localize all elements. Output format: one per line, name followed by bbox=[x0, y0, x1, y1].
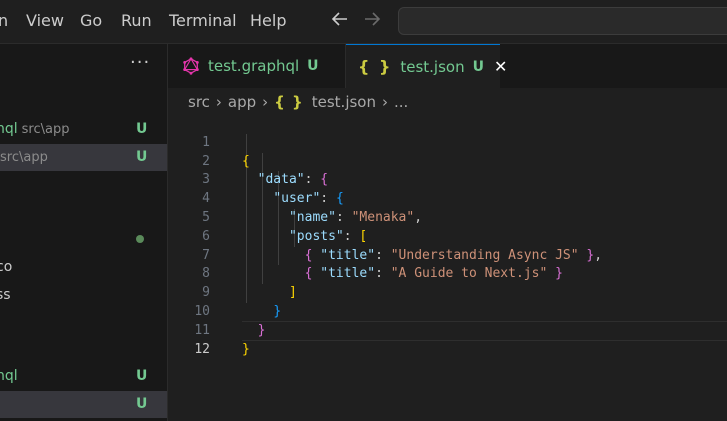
graphql-icon bbox=[183, 57, 199, 75]
code-line: 9 } bbox=[168, 265, 727, 319]
code-line: 4 "name": "Menaka", bbox=[168, 171, 727, 225]
file-name: ss bbox=[0, 287, 11, 303]
title-bar: n View Go Run Terminal Help bbox=[0, 0, 727, 44]
code-line: 11 } bbox=[168, 303, 727, 357]
menu-item-selection[interactable]: n bbox=[0, 11, 8, 30]
menu-item-terminal[interactable]: Terminal bbox=[169, 11, 237, 30]
explorer-item[interactable]: hql U bbox=[0, 363, 167, 390]
explorer-item-selected[interactable]: U bbox=[0, 391, 167, 418]
untracked-badge: U bbox=[136, 396, 148, 412]
untracked-badge: U bbox=[307, 58, 319, 74]
more-actions-icon[interactable]: ··· bbox=[130, 52, 150, 73]
menu-item-help[interactable]: Help bbox=[250, 11, 286, 30]
modified-dot-icon bbox=[136, 235, 144, 243]
untracked-badge: U bbox=[472, 58, 484, 75]
breadcrumb: src › app › { } test.json › ... bbox=[188, 92, 408, 112]
file-name: co bbox=[0, 259, 13, 275]
explorer-item[interactable]: hqlsrc\app U bbox=[0, 116, 167, 143]
untracked-badge: U bbox=[136, 121, 148, 137]
chevron-right-icon: › bbox=[262, 93, 269, 111]
explorer-item[interactable]: co bbox=[0, 254, 167, 281]
close-icon[interactable]: ✕ bbox=[494, 57, 507, 76]
menu-item-view[interactable]: View bbox=[26, 11, 64, 30]
code-line: 1 { bbox=[168, 115, 727, 169]
untracked-badge: U bbox=[136, 149, 148, 165]
chevron-right-icon: › bbox=[382, 93, 388, 111]
code-line: 3 "user": { bbox=[168, 153, 727, 206]
arrow-right-icon[interactable] bbox=[362, 9, 382, 34]
tab-test-json[interactable]: { } test.json U ✕ bbox=[346, 44, 507, 88]
explorer-item[interactable]: ss bbox=[0, 282, 167, 309]
breadcrumb-item-src[interactable]: src bbox=[188, 93, 210, 111]
code-line: 5 "posts": [ bbox=[168, 190, 727, 244]
json-braces-icon: { } bbox=[274, 93, 304, 111]
explorer-item-selected[interactable]: src\app U bbox=[0, 144, 167, 171]
breadcrumb-item-app[interactable]: app bbox=[228, 93, 256, 111]
code-line: 2 "data": { bbox=[168, 134, 727, 188]
chevron-right-icon: › bbox=[215, 93, 222, 111]
explorer-sidebar: ··· hqlsrc\app U src\app U co ss hql U U bbox=[0, 44, 168, 421]
code-line: 7 { "title": "A Guide to Next.js" } bbox=[168, 228, 727, 282]
json-braces-icon: { } bbox=[358, 57, 393, 76]
menu-item-run[interactable]: Run bbox=[121, 11, 152, 30]
untracked-badge: U bbox=[136, 368, 148, 384]
arrow-left-icon[interactable] bbox=[330, 9, 350, 34]
code-line: 8 ] bbox=[168, 247, 727, 300]
tab-label: test.json bbox=[400, 57, 465, 76]
explorer-item[interactable] bbox=[0, 225, 167, 252]
command-center-search[interactable] bbox=[398, 7, 727, 35]
menu-item-go[interactable]: Go bbox=[80, 11, 102, 30]
tab-test-graphql[interactable]: test.graphql U bbox=[168, 44, 346, 88]
code-line: 10 } bbox=[168, 284, 727, 338]
line-number: 12 bbox=[194, 341, 210, 357]
code-editor[interactable]: 1 { 2 "data": { 3 "user": { 4 "name": "M… bbox=[168, 115, 727, 421]
breadcrumb-item-file[interactable]: test.json bbox=[312, 93, 376, 111]
file-name: hqlsrc\app bbox=[0, 121, 70, 137]
tab-label: test.graphql bbox=[208, 57, 300, 75]
breadcrumb-item-symbols[interactable]: ... bbox=[394, 93, 408, 111]
editor-tab-bar: test.graphql U { } test.json U ✕ bbox=[168, 44, 727, 88]
file-name: hql bbox=[0, 368, 18, 384]
code-line: 6 { "title": "Understanding Async JS" }, bbox=[168, 209, 727, 263]
file-name: src\app bbox=[0, 150, 48, 165]
code-line: 12 bbox=[168, 322, 727, 357]
